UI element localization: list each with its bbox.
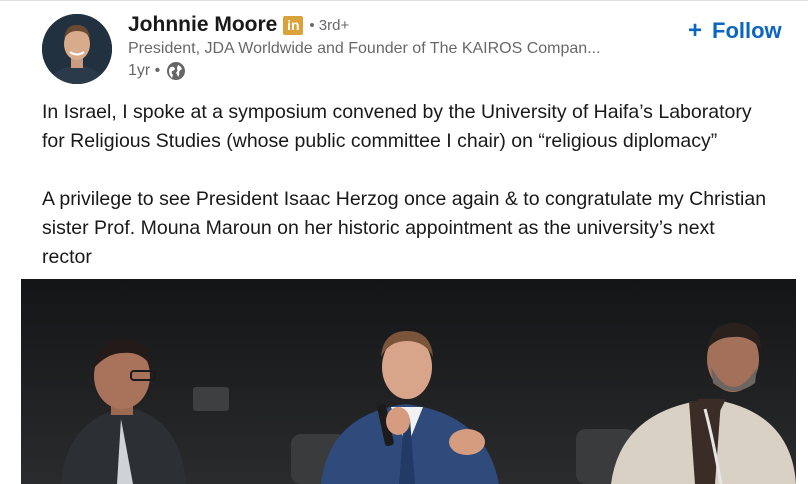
actor-headline: President, JDA Worldwide and Founder of … — [128, 40, 601, 57]
avatar[interactable] — [42, 14, 112, 84]
post-header: Johnnie Moore in • 3rd+ President, JDA W… — [42, 12, 808, 88]
commentary-paragraph: A privilege to see President Isaac Herzo… — [42, 188, 767, 268]
post-meta: 1yr • — [128, 61, 688, 81]
follow-label: Follow — [712, 18, 782, 43]
connection-degree: • 3rd+ — [309, 16, 350, 34]
post-commentary: In Israel, I spoke at a symposium conven… — [42, 98, 802, 272]
linkedin-premium-icon: in — [283, 15, 304, 35]
avatar-photo — [42, 14, 112, 84]
post-timestamp: 1yr • — [128, 62, 161, 79]
actor-name[interactable]: Johnnie Moore — [128, 13, 277, 37]
panel-photo — [21, 279, 796, 484]
globe-icon — [167, 62, 186, 80]
actor-info: Johnnie Moore in • 3rd+ President, JDA W… — [128, 12, 688, 81]
plus-icon: + — [688, 17, 703, 44]
top-divider — [0, 0, 808, 1]
follow-button[interactable]: + Follow — [688, 18, 782, 44]
actor-name-row: Johnnie Moore in • 3rd+ — [128, 12, 688, 38]
commentary-paragraph: In Israel, I spoke at a symposium conven… — [42, 101, 752, 152]
post-image[interactable] — [21, 279, 796, 484]
